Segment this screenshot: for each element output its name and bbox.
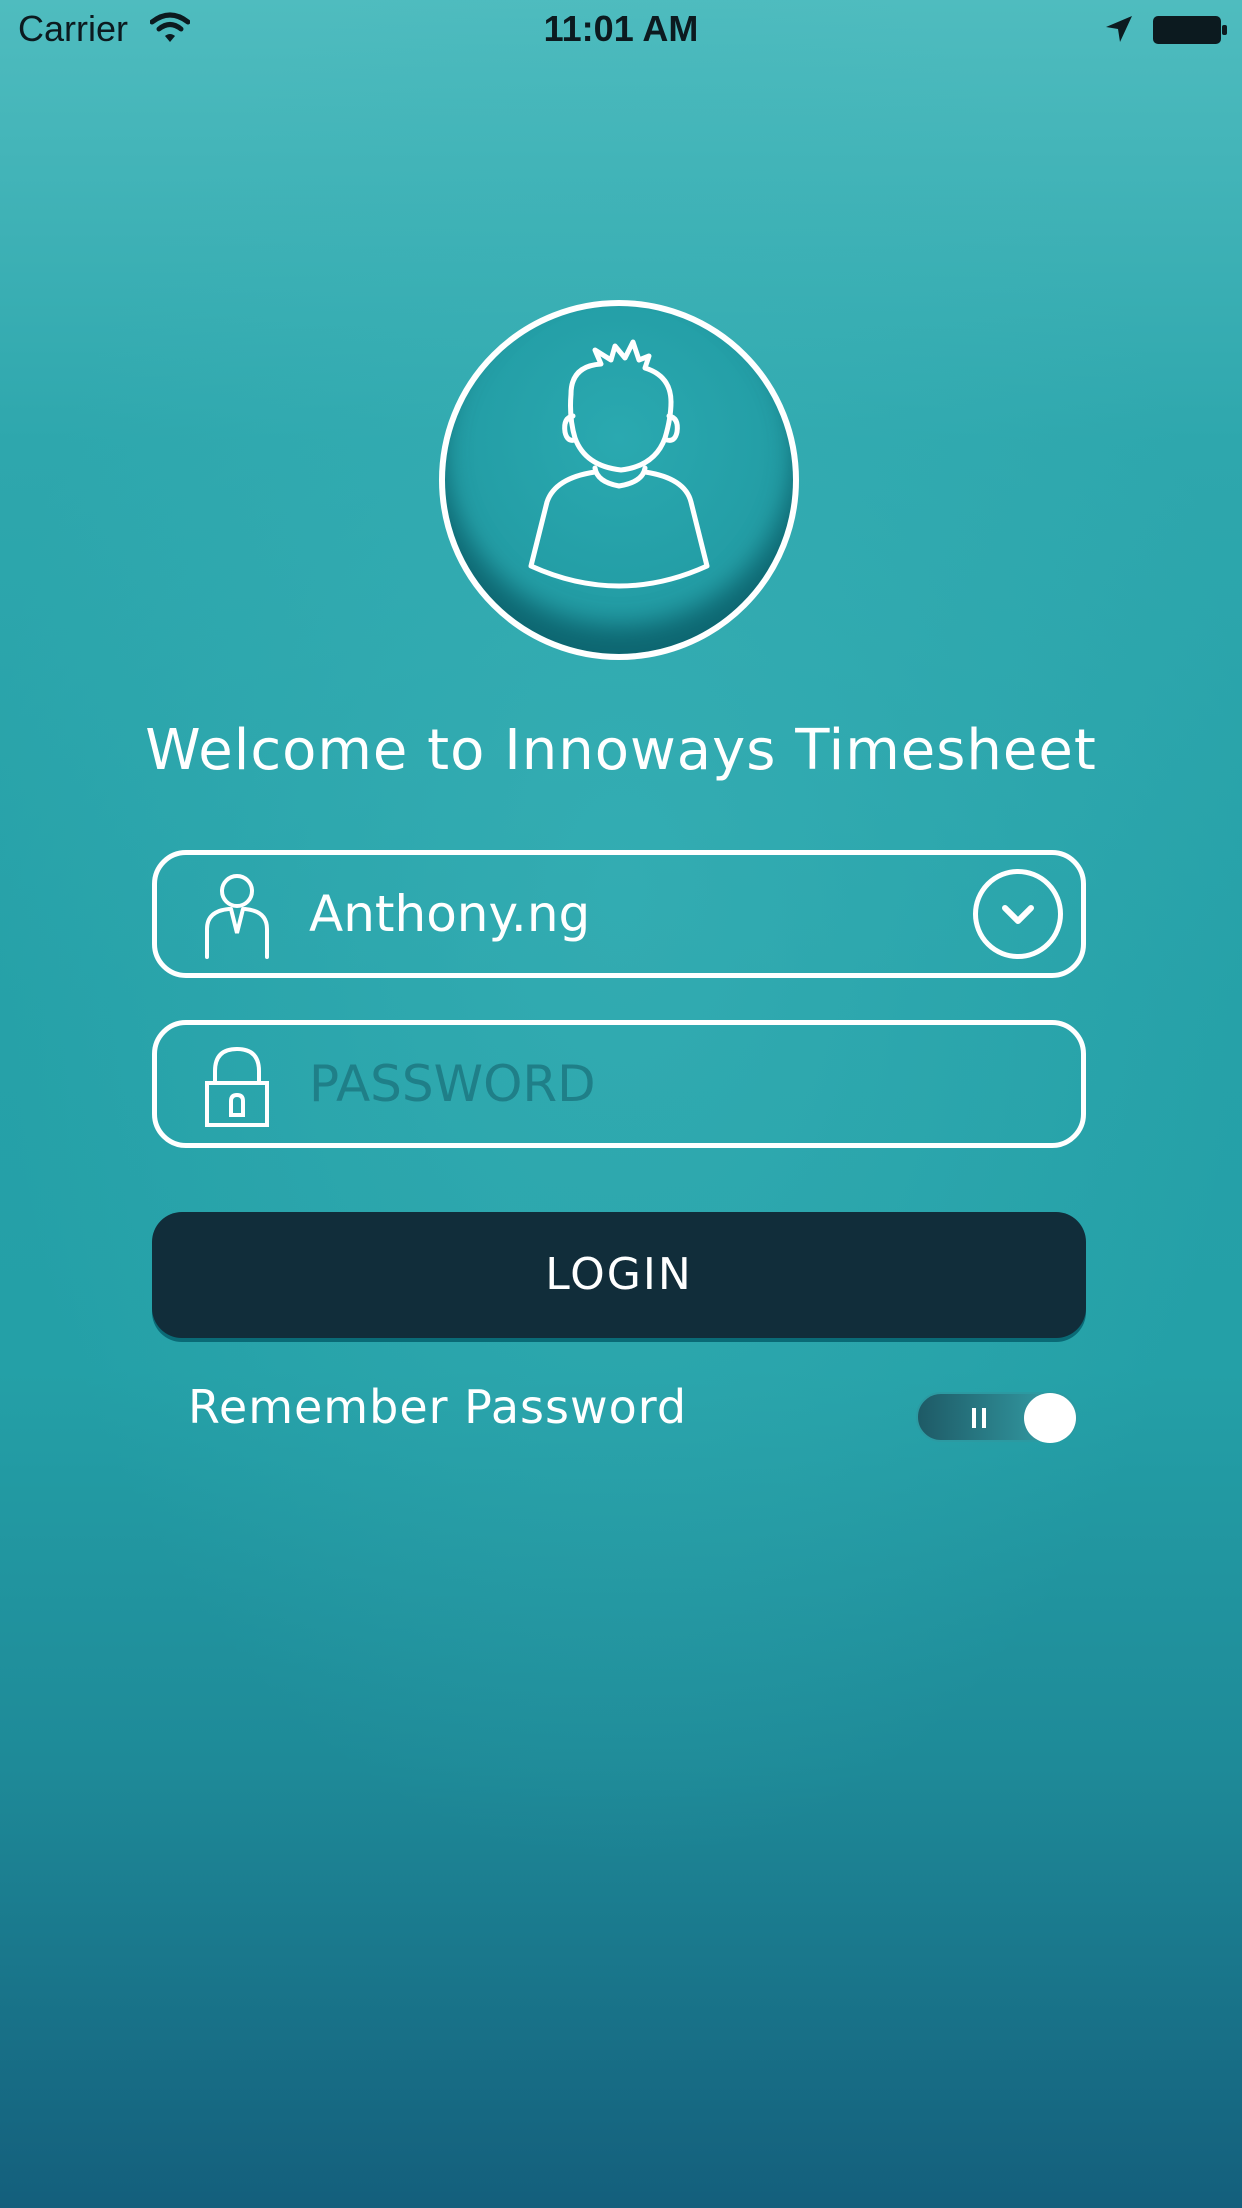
welcome-title: Welcome to Innoways Timesheet — [145, 718, 1097, 783]
location-arrow-icon — [1106, 16, 1132, 42]
remember-password-toggle[interactable] — [916, 1392, 1078, 1443]
lock-icon — [205, 1046, 269, 1127]
battery-icon — [1153, 16, 1227, 44]
login-button[interactable]: LOGIN — [152, 1212, 1086, 1338]
status-bar: Carrier 11:01 AM — [0, 0, 1242, 60]
user-avatar — [439, 300, 799, 660]
username-value[interactable]: Anthony.ng — [309, 855, 590, 973]
username-field[interactable]: Anthony.ng — [152, 850, 1086, 978]
chevron-down-icon — [1002, 905, 1034, 924]
status-time: 11:01 AM — [543, 8, 699, 49]
user-icon — [205, 874, 269, 959]
user-avatar-icon — [528, 339, 710, 589]
toggle-knob[interactable] — [1024, 1393, 1076, 1443]
remember-password-label: Remember Password — [188, 1380, 688, 1434]
password-field[interactable]: PASSWORD — [152, 1020, 1086, 1148]
username-dropdown-button[interactable] — [973, 869, 1063, 959]
pause-icon — [972, 1408, 986, 1428]
password-input[interactable]: PASSWORD — [309, 1025, 596, 1143]
